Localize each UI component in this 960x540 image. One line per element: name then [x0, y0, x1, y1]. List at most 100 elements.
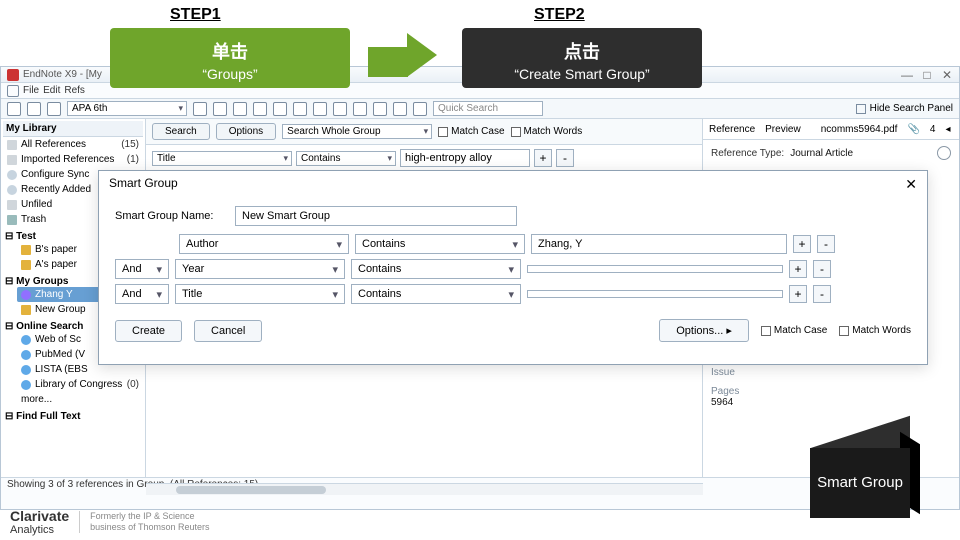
sidebar-item-label: All References [21, 139, 86, 150]
search-scope-select[interactable]: Search Whole Group [282, 124, 432, 139]
sidebar-item-label: Recently Added [21, 184, 91, 195]
smart-group-dialog: Smart Group ✕ Smart Group Name: New Smar… [98, 170, 928, 365]
pages-value: 5964 [711, 397, 951, 408]
toolbar-icon-d[interactable] [253, 102, 267, 116]
sidebar-item-label: New Group [35, 304, 86, 315]
smart-group-cube: Smart Group [800, 440, 900, 520]
hide-panel-button[interactable]: Hide Search Panel [870, 103, 953, 114]
footer-logo2: Analytics [10, 524, 69, 536]
filter-value-input[interactable]: high-entropy alloy [400, 149, 530, 167]
step2-label: STEP2 [534, 6, 585, 24]
criteria-row: And Title Contains + - [115, 284, 911, 304]
toolbar-icon-b[interactable] [213, 102, 227, 116]
sync-icon [7, 170, 17, 180]
h-scrollbar[interactable] [146, 483, 703, 495]
checkbox-icon [761, 326, 771, 336]
options-button[interactable]: Options... ▸ [659, 319, 749, 342]
attach-icon[interactable]: 📎 [907, 124, 919, 135]
toolbar-icon-i[interactable] [353, 102, 367, 116]
sg-name-label: Smart Group Name: [115, 210, 225, 222]
sidebar-imported[interactable]: Imported References (1) [3, 152, 143, 167]
match-case-check[interactable]: Match Case [438, 126, 504, 137]
filter-field-select[interactable]: Title [152, 151, 292, 166]
contains-select[interactable]: Contains [351, 259, 521, 279]
criteria-row: Author Contains Zhang, Y + - [115, 234, 911, 254]
globe-icon [21, 350, 31, 360]
toolbar-icon-e[interactable] [273, 102, 287, 116]
add-row-button[interactable]: + [534, 149, 552, 167]
checkbox-icon [511, 127, 521, 137]
add-criteria-button[interactable]: + [793, 235, 811, 253]
step2-box: 点击 “Create Smart Group” [462, 28, 702, 88]
toolbar-icon-c[interactable] [233, 102, 247, 116]
op-select[interactable]: And [115, 259, 169, 279]
mode2-icon[interactable] [27, 102, 41, 116]
scrollbar-thumb[interactable] [176, 486, 326, 494]
contains-select[interactable]: Contains [355, 234, 525, 254]
remove-criteria-button[interactable]: - [813, 260, 831, 278]
mode-icon[interactable] [7, 102, 21, 116]
hide-panel-icon[interactable] [856, 104, 866, 114]
create-button[interactable]: Create [115, 320, 182, 342]
sg-name-input[interactable]: New Smart Group [235, 206, 517, 226]
add-criteria-button[interactable]: + [789, 285, 807, 303]
sidebar-item-label: Zhang Y [35, 289, 73, 300]
dlg-match-words-check[interactable]: Match Words [839, 325, 911, 336]
cube-label: Smart Group [810, 448, 910, 518]
step1-en: “Groups” [110, 66, 350, 82]
options-button[interactable]: Options [216, 123, 276, 140]
match-words-check[interactable]: Match Words [511, 126, 583, 137]
contains-select[interactable]: Contains [351, 284, 521, 304]
checkbox-icon [839, 326, 849, 336]
help-icon[interactable] [413, 102, 427, 116]
filter-op-select[interactable]: Contains [296, 151, 396, 166]
globe-icon [21, 380, 31, 390]
pages-label: Pages [711, 386, 951, 397]
sidebar-loc[interactable]: Library of Congress (0) [3, 377, 143, 392]
folder-icon [21, 305, 31, 315]
nav-left-icon[interactable]: ◂ [945, 124, 950, 135]
tab-preview[interactable]: Preview [765, 124, 801, 135]
sidebar-item-label: Trash [21, 214, 46, 225]
tab-reference[interactable]: Reference [709, 124, 755, 135]
remove-criteria-button[interactable]: - [813, 285, 831, 303]
cancel-button[interactable]: Cancel [194, 320, 262, 342]
doc-icon [7, 140, 17, 150]
op-select[interactable]: And [115, 284, 169, 304]
value-input[interactable] [527, 290, 783, 298]
toolbar-icon-g[interactable] [313, 102, 327, 116]
style-select[interactable]: APA 6th [67, 101, 187, 116]
dlg-match-case-check[interactable]: Match Case [761, 325, 827, 336]
remove-criteria-button[interactable]: - [817, 235, 835, 253]
sidebar-group-findfull[interactable]: ⊟ Find Full Text [3, 411, 143, 422]
remove-row-button[interactable]: - [556, 149, 574, 167]
ref-type-value[interactable]: Journal Article [790, 148, 853, 159]
pdf-name-label[interactable]: ncomms5964.pdf [821, 124, 898, 135]
field-select[interactable]: Author [179, 234, 349, 254]
mode3-icon[interactable] [47, 102, 61, 116]
sidebar-all-references[interactable]: All References (15) [3, 137, 143, 152]
value-input[interactable] [527, 265, 783, 273]
arrow-icon [368, 40, 437, 84]
quick-search-input[interactable]: Quick Search [433, 101, 543, 116]
field-select[interactable]: Year [175, 259, 345, 279]
sidebar-more[interactable]: more... [3, 392, 143, 407]
sidebar-item-label: Imported References [21, 154, 114, 165]
value-input[interactable]: Zhang, Y [531, 234, 787, 254]
sidebar-item-label: Web of Sc [35, 334, 81, 345]
gear-icon[interactable] [937, 146, 951, 160]
field-select[interactable]: Title [175, 284, 345, 304]
checkbox-icon [438, 127, 448, 137]
toolbar-icon-f[interactable] [293, 102, 307, 116]
toolbar-icon-j[interactable] [373, 102, 387, 116]
clock-icon [7, 185, 17, 195]
toolbar-icon-k[interactable] [393, 102, 407, 116]
tutorial-banner: STEP1 STEP2 单击 “Groups” 点击 “Create Smart… [0, 0, 960, 96]
trash-icon [7, 215, 17, 225]
add-criteria-button[interactable]: + [789, 260, 807, 278]
search-button[interactable]: Search [152, 123, 210, 140]
toolbar-icon-a[interactable] [193, 102, 207, 116]
toolbar-icon-h[interactable] [333, 102, 347, 116]
dialog-close-button[interactable]: ✕ [905, 176, 917, 193]
sidebar-item-label: Library of Congress [35, 379, 122, 390]
